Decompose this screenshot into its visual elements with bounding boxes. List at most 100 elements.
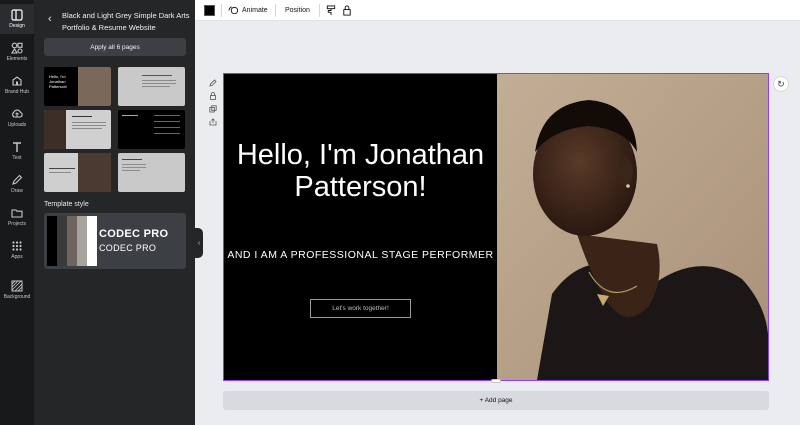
thumbnail-photo [78,67,111,106]
lock-button[interactable] [342,4,352,17]
rail-design[interactable]: Design [0,4,34,34]
apps-icon [12,241,22,251]
thumbnail-line [72,128,102,129]
page-thumbnail-3[interactable] [44,110,111,149]
chevron-left-icon: ‹ [197,239,201,247]
color-palette [47,216,97,266]
rail-background[interactable]: Background [0,275,34,305]
page-thumbnail-6[interactable] [118,153,185,192]
duplicate-icon [209,105,217,113]
design-page[interactable]: Hello, I'm Jonathan Patterson! AND I AM … [223,73,769,381]
apply-all-pages-button[interactable]: Apply all 6 pages [44,38,186,56]
thumbnail-line [122,115,138,116]
page-resize-handle[interactable] [491,379,501,383]
edit-icon [209,79,217,87]
swatch [77,216,87,266]
collapse-panel-button[interactable]: ‹ [195,228,203,258]
swatch [67,216,77,266]
thumbnail-line [122,164,146,165]
rail-apps-label: Apps [11,254,23,260]
toolbar-divider [275,4,276,17]
thumbnail-line [72,116,92,117]
rail-design-label: Design [9,23,25,29]
page-thumbnail-4[interactable] [118,110,185,149]
page-lock-button[interactable] [209,87,219,100]
rail-projects[interactable]: Projects [0,202,34,232]
thumbnail-line [154,115,180,116]
template-style-heading: Template style [44,201,89,208]
thumbnail-line [49,168,75,169]
thumbnail-line [142,86,170,87]
thumbnail-line [49,172,71,173]
swatch [87,216,97,266]
rail-projects-label: Projects [7,221,27,227]
folder-icon [11,209,23,218]
rail-draw-label: Draw [11,188,23,194]
paint-format-button[interactable] [326,4,336,17]
page-notes-button[interactable] [209,74,219,87]
upload-icon [12,109,23,118]
thumbnail-line [122,170,140,171]
design-icon [11,9,23,21]
rail-uploads-label: Uploads [7,122,27,128]
portrait-photo [497,74,768,380]
rail-brand-hub[interactable]: Brand Hub [0,70,34,100]
share-icon [209,118,217,126]
chevron-left-icon: ‹ [48,13,52,25]
thumbnail-line [142,83,176,84]
left-rail: Design Elements Brand Hub Uploads Text D… [0,0,34,425]
animate-button[interactable]: Animate [228,4,268,17]
style-body-font: CODEC PRO [99,243,157,253]
rail-draw[interactable]: Draw [0,169,34,199]
back-button[interactable]: ‹ [48,13,58,25]
cta-button[interactable]: Let's work together! [310,299,411,318]
thumbnail-line [142,80,176,81]
position-label: Position [285,7,310,14]
thumbnail-title-text: Hello, I'm Jonathan Patterson! [49,74,68,89]
duplicate-page-button[interactable] [209,100,219,113]
thumbnail-line [154,133,180,134]
regenerate-button[interactable]: ↻ [773,76,789,92]
page-thumbnail-2[interactable] [118,67,185,106]
color-picker-button[interactable] [204,5,215,16]
toolbar-divider [319,4,320,17]
refresh-icon: ↻ [777,78,785,89]
page-thumbnail-1[interactable]: Hello, I'm Jonathan Patterson! [44,67,111,106]
thumbnail-line [122,167,146,168]
hero-title[interactable]: Hello, I'm Jonathan Patterson! [224,139,497,203]
rail-uploads[interactable]: Uploads [0,103,34,133]
page-thumbnail-5[interactable] [44,153,111,192]
text-icon [13,142,21,152]
thumbnail-line [154,127,180,128]
thumbnail-photo [78,153,111,192]
add-page-button[interactable]: + Add page [223,391,769,410]
thumbnail-line [72,125,106,126]
lock-icon [343,5,351,16]
share-page-button[interactable] [209,113,219,126]
slide-text-area: Hello, I'm Jonathan Patterson! AND I AM … [224,74,497,380]
rail-text[interactable]: Text [0,136,34,166]
brand-hub-icon [12,76,22,86]
swatch [57,216,67,266]
hero-subtitle[interactable]: AND I AM A PROFESSIONAL STAGE PERFORMER [224,248,497,262]
portrait-photo-frame[interactable] [497,74,768,380]
position-button[interactable]: Position [285,4,310,17]
thumbnail-line [142,75,172,76]
background-icon [11,280,23,292]
lock-icon [210,92,216,100]
thumbnail-photo [44,110,66,149]
animate-label: Animate [242,7,268,14]
rail-brand-hub-label: Brand Hub [5,89,29,95]
animate-icon [228,6,239,15]
rail-elements[interactable]: Elements [0,37,34,67]
draw-icon [12,174,23,185]
template-style-card[interactable]: CODEC PRO CODEC PRO [44,213,186,269]
rail-background-label: Background [3,294,31,300]
elements-icon [11,42,23,54]
swatch [47,216,57,266]
design-panel: ‹ Black and Light Grey Simple Dark Arts … [34,0,195,425]
page-side-tools [209,74,219,126]
rail-apps[interactable]: Apps [0,235,34,265]
rail-text-label: Text [12,155,22,161]
thumbnail-line [154,121,180,122]
